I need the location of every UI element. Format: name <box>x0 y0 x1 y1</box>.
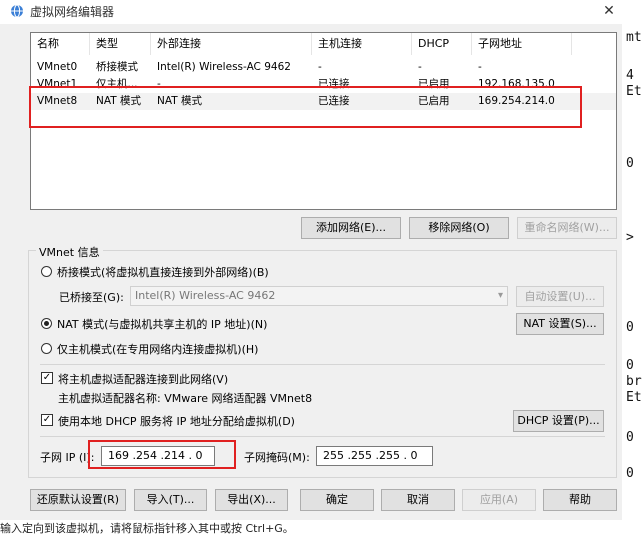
subnet-mask-input[interactable]: 255 .255 .255 . 0 <box>316 446 433 466</box>
background-terminal: mt 4 Et 0 > 0 0 br Et 0 0 <box>622 0 644 534</box>
cell-type: 桥接模式 <box>96 61 138 73</box>
table-row[interactable]: VMnet1 仅主机... - 已连接 已启用 192.168.135.0 <box>31 76 616 93</box>
column-header-dhcp[interactable]: DHCP <box>412 33 472 55</box>
terminal-line: 4 <box>626 68 634 83</box>
subnet-ip-label: 子网 IP (I): <box>40 451 95 464</box>
remove-network-button[interactable]: 移除网络(O) <box>409 217 509 239</box>
cell-external: Intel(R) Wireless-AC 9462 <box>157 61 291 73</box>
terminal-line: 0 <box>626 430 634 445</box>
cell-dhcp: - <box>418 61 422 73</box>
bridged-to-label: 已桥接至(G): <box>59 291 124 304</box>
apply-button[interactable]: 应用(A) <box>462 489 536 511</box>
connect-adapter-label[interactable]: 将主机虚拟适配器连接到此网络(V) <box>58 371 228 387</box>
cell-dhcp: 已启用 <box>418 78 450 90</box>
cell-subnet: - <box>478 61 482 73</box>
ok-button[interactable]: 确定 <box>300 489 374 511</box>
status-hint: 输入定向到该虚拟机，请将鼠标指针移入其中或按 Ctrl+G。 <box>0 520 622 534</box>
rename-network-button[interactable]: 重命名网络(W)... <box>517 217 617 239</box>
cell-name: VMnet1 <box>37 78 78 90</box>
cell-dhcp: 已启用 <box>418 95 450 107</box>
cell-name: VMnet0 <box>37 61 78 73</box>
nat-settings-button[interactable]: NAT 设置(S)... <box>516 313 604 335</box>
chevron-down-icon: ▾ <box>497 290 503 301</box>
table-row-selected[interactable]: VMnet8 NAT 模式 NAT 模式 已连接 已启用 169.254.214… <box>31 93 616 110</box>
terminal-line: Et <box>626 390 642 405</box>
cell-subnet: 169.254.214.0 <box>478 95 555 107</box>
bridged-mode-radio[interactable] <box>41 266 52 277</box>
dhcp-checkbox[interactable]: ✓ <box>41 414 53 426</box>
bridged-to-select[interactable]: Intel(R) Wireless-AC 9462 ▾ <box>130 286 508 306</box>
terminal-line: mt <box>626 30 642 45</box>
cell-host: - <box>318 61 322 73</box>
import-button[interactable]: 导入(T)... <box>134 489 207 511</box>
column-header-host[interactable]: 主机连接 <box>312 33 412 55</box>
add-network-button[interactable]: 添加网络(E)... <box>301 217 401 239</box>
column-header-name[interactable]: 名称 <box>31 33 90 55</box>
terminal-line: Et <box>626 84 642 99</box>
dhcp-label[interactable]: 使用本地 DHCP 服务将 IP 地址分配给虚拟机(D) <box>58 413 295 429</box>
cell-host: 已连接 <box>318 95 350 107</box>
cell-subnet: 192.168.135.0 <box>478 78 555 90</box>
nat-mode-label[interactable]: NAT 模式(与虚拟机共享主机的 IP 地址)(N) <box>57 316 267 332</box>
host-only-radio[interactable] <box>41 343 52 354</box>
terminal-line: 0 <box>626 358 634 373</box>
column-header-type[interactable]: 类型 <box>90 33 151 55</box>
window-title: 虚拟网络编辑器 <box>30 5 115 19</box>
cell-host: 已连接 <box>318 78 350 90</box>
network-list[interactable]: 名称 类型 外部连接 主机连接 DHCP 子网地址 VMnet0 桥接模式 In… <box>30 32 617 210</box>
divider <box>40 436 605 437</box>
divider <box>40 364 605 365</box>
close-icon[interactable]: ✕ <box>596 0 622 22</box>
terminal-line: 0 <box>626 466 634 481</box>
terminal-line: 0 <box>626 156 634 171</box>
nat-mode-radio[interactable] <box>41 318 52 329</box>
cell-external: NAT 模式 <box>157 95 202 107</box>
terminal-line: br <box>626 374 642 389</box>
table-row[interactable]: VMnet0 桥接模式 Intel(R) Wireless-AC 9462 - … <box>31 59 616 76</box>
help-button[interactable]: 帮助 <box>543 489 617 511</box>
column-header-external[interactable]: 外部连接 <box>151 33 312 55</box>
dhcp-settings-button[interactable]: DHCP 设置(P)... <box>513 410 604 432</box>
cell-name: VMnet8 <box>37 95 78 107</box>
cell-type: 仅主机... <box>96 78 138 90</box>
restore-defaults-button[interactable]: 还原默认设置(R) <box>30 489 126 511</box>
terminal-line: > <box>626 230 634 245</box>
host-only-label[interactable]: 仅主机模式(在专用网络内连接虚拟机)(H) <box>57 341 258 357</box>
subnet-ip-input[interactable]: 169 .254 .214 . 0 <box>101 446 215 466</box>
bridged-mode-label[interactable]: 桥接模式(将虚拟机直接连接到外部网络)(B) <box>57 264 269 280</box>
subnet-mask-label: 子网掩码(M): <box>244 451 310 464</box>
column-header-subnet[interactable]: 子网地址 <box>472 33 572 55</box>
vmnet-info-title: VMnet 信息 <box>36 244 103 260</box>
adapter-name-label: 主机虚拟适配器名称: VMware 网络适配器 VMnet8 <box>58 392 313 405</box>
network-globe-icon <box>10 4 24 18</box>
terminal-line: 0 <box>626 320 634 335</box>
cancel-button[interactable]: 取消 <box>381 489 455 511</box>
export-button[interactable]: 导出(X)... <box>215 489 288 511</box>
connect-adapter-checkbox[interactable]: ✓ <box>41 372 53 384</box>
bridged-to-value: Intel(R) Wireless-AC 9462 <box>135 289 276 302</box>
auto-settings-button[interactable]: 自动设置(U)... <box>516 286 604 307</box>
cell-type: NAT 模式 <box>96 95 141 107</box>
cell-external: - <box>157 78 161 90</box>
